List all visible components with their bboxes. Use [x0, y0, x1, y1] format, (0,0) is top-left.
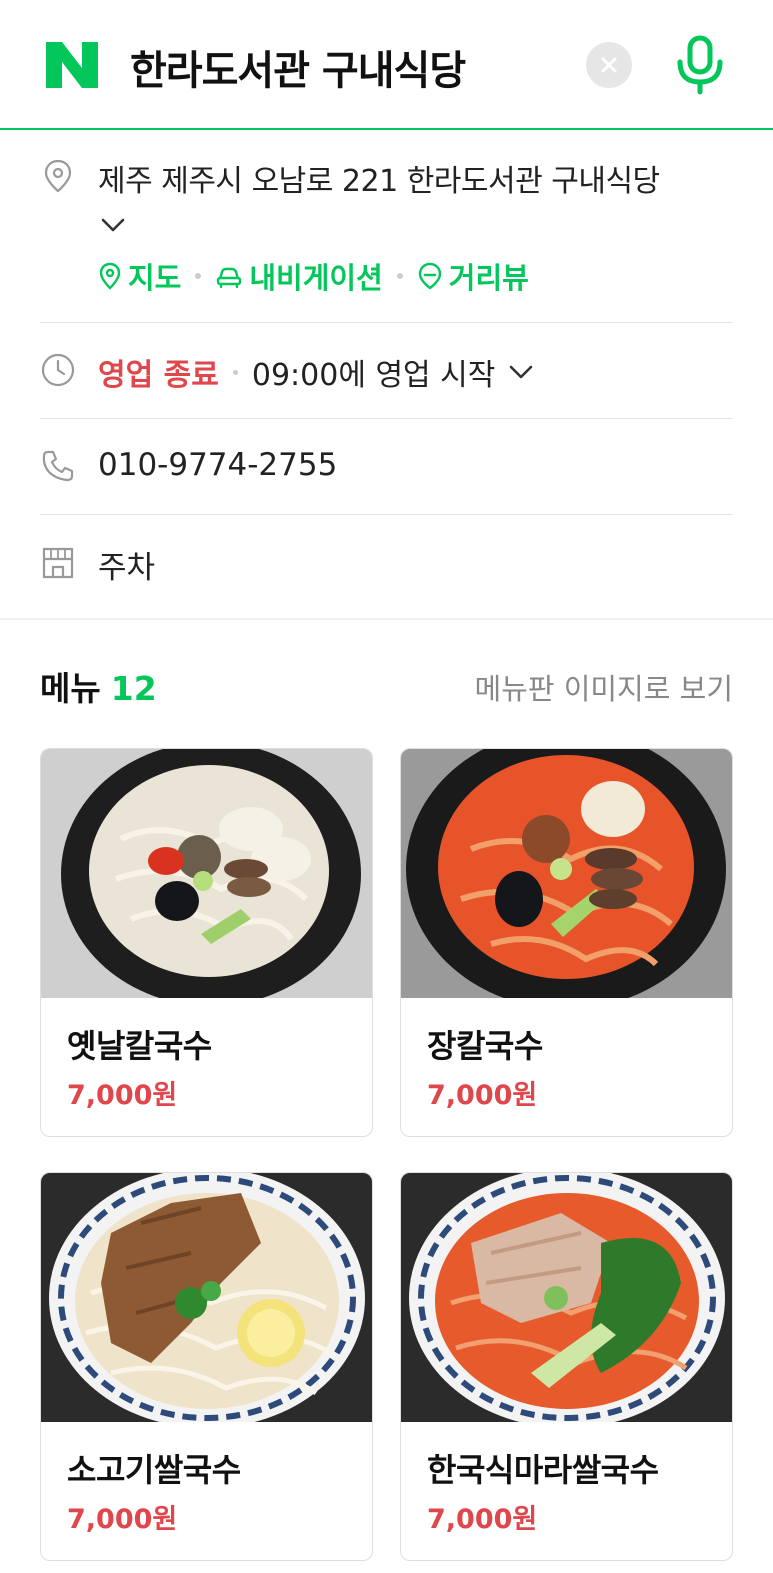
menu-item-name: 소고기쌀국수 [67, 1451, 241, 1489]
microphone-icon[interactable] [672, 34, 728, 96]
menu-count: 12 [110, 669, 157, 708]
phone-icon [42, 450, 74, 482]
menu-photo [401, 1173, 732, 1422]
separator-dot [232, 369, 238, 375]
next-open-time: 09:00에 영업 시작 [251, 358, 496, 393]
address-links: 지도 내비게이션 거리뷰 [98, 256, 529, 296]
search-query[interactable]: 한라도서관 구내식당 [130, 38, 466, 96]
navigation-link[interactable]: 내비게이션 [215, 255, 383, 297]
facility-parking: 주차 [98, 550, 156, 586]
business-hours[interactable]: 영업 종료 09:00에 영업 시작 [98, 350, 535, 394]
navigation-link-label: 내비게이션 [249, 261, 383, 295]
menu-card[interactable]: 한국식마라쌀국수 7,000원 [400, 1172, 733, 1561]
divider [40, 418, 733, 419]
naver-logo[interactable] [44, 40, 100, 90]
close-icon [601, 57, 617, 73]
menu-photo [41, 749, 372, 998]
menu-card[interactable]: 소고기쌀국수 7,000원 [40, 1172, 373, 1561]
menu-item-name: 장칼국수 [427, 1027, 543, 1065]
map-link[interactable]: 지도 [98, 255, 181, 297]
menu-photo [401, 749, 732, 998]
menu-item-name: 한국식마라쌀국수 [427, 1451, 659, 1489]
store-icon [42, 547, 74, 579]
chevron-down-icon[interactable] [100, 214, 126, 236]
map-pin-icon [99, 262, 121, 290]
address-text: 제주 제주시 오남로 221 한라도서관 구내식당 [98, 164, 660, 199]
search-header: 한라도서관 구내식당 [0, 0, 773, 130]
location-pin-icon [44, 159, 72, 193]
menu-card[interactable]: 장칼국수 7,000원 [400, 748, 733, 1137]
view-menu-image-link[interactable]: 메뉴판 이미지로 보기 [474, 666, 733, 708]
divider [40, 514, 733, 515]
divider [40, 322, 733, 323]
phone-number[interactable]: 010-9774-2755 [98, 447, 337, 483]
clock-icon [41, 353, 75, 387]
menu-item-price: 7,000원 [427, 1080, 538, 1111]
business-status: 영업 종료 [98, 358, 219, 393]
section-divider [0, 618, 773, 620]
menu-item-price: 7,000원 [67, 1080, 178, 1111]
map-link-label: 지도 [128, 261, 182, 295]
menu-photo [41, 1173, 372, 1422]
separator-dot [195, 273, 202, 279]
car-icon [217, 267, 242, 289]
menu-title-label: 메뉴 [40, 669, 101, 708]
menu-item-price: 7,000원 [67, 1504, 178, 1535]
street-view-link-label: 거리뷰 [448, 261, 529, 295]
menu-item-name: 옛날칼국수 [67, 1027, 212, 1065]
separator-dot [396, 273, 403, 279]
menu-item-price: 7,000원 [427, 1504, 538, 1535]
menu-section-title: 메뉴 12 [40, 662, 157, 710]
clear-search-button[interactable] [586, 42, 632, 88]
menu-card[interactable]: 옛날칼국수 7,000원 [40, 748, 373, 1137]
street-view-link[interactable]: 거리뷰 [417, 255, 529, 297]
street-view-icon [418, 262, 441, 290]
chevron-down-icon [510, 365, 533, 379]
